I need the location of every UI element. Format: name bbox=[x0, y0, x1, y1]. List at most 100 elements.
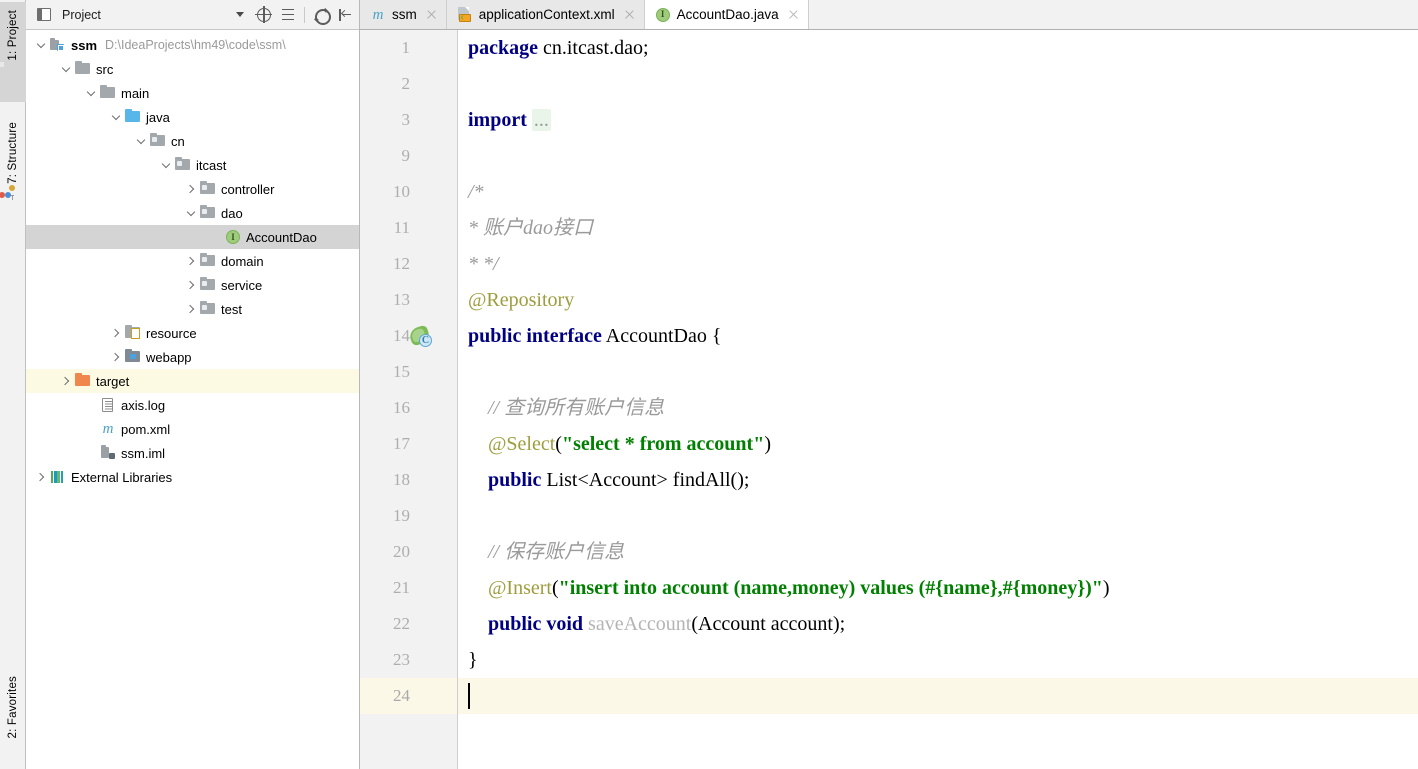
editor-tab-accountdao-java[interactable]: I AccountDao.java bbox=[644, 0, 809, 29]
tree-node-resource[interactable]: resource bbox=[26, 321, 359, 345]
gutter-line-9[interactable]: 9 bbox=[360, 138, 457, 174]
tree-node-cn[interactable]: cn bbox=[26, 129, 359, 153]
tree-node-path: D:\IdeaProjects\hm49\code\ssm\ bbox=[105, 38, 286, 52]
code-line-9[interactable] bbox=[458, 138, 1418, 174]
gear-icon[interactable] bbox=[311, 5, 331, 25]
gutter-line-18[interactable]: 18 bbox=[360, 462, 457, 498]
code-line-22[interactable]: public void saveAccount(Account account)… bbox=[458, 606, 1418, 642]
close-icon[interactable] bbox=[425, 8, 438, 21]
gutter-line-10[interactable]: 10 bbox=[360, 174, 457, 210]
chevron-down-icon[interactable] bbox=[184, 201, 198, 225]
chevron-right-icon[interactable] bbox=[109, 345, 123, 369]
tree-node-axis-log[interactable]: axis.log bbox=[26, 393, 359, 417]
tree-node-src[interactable]: src bbox=[26, 57, 359, 81]
editor-code-area[interactable]: package cn.itcast.dao; import ... /* * 账户da… bbox=[458, 30, 1418, 769]
code-line-24[interactable] bbox=[458, 678, 1418, 714]
chevron-down-icon[interactable] bbox=[159, 153, 173, 177]
code-line-1[interactable]: package cn.itcast.dao; bbox=[458, 30, 1418, 66]
code-line-14[interactable]: public interface AccountDao { bbox=[458, 318, 1418, 354]
chevron-right-icon[interactable] bbox=[34, 465, 48, 489]
tree-node-test[interactable]: test bbox=[26, 297, 359, 321]
chevron-right-icon[interactable] bbox=[109, 321, 123, 345]
close-icon[interactable] bbox=[623, 8, 636, 21]
gutter-line-3[interactable]: 3 bbox=[360, 102, 457, 138]
editor-tab-ssm[interactable]: m ssm bbox=[360, 0, 447, 29]
gutter-line-11[interactable]: 11 bbox=[360, 210, 457, 246]
gutter-line-12[interactable]: 12 bbox=[360, 246, 457, 282]
code-line-3[interactable]: import ... bbox=[458, 102, 1418, 138]
chevron-right-icon[interactable] bbox=[184, 249, 198, 273]
code-line-10[interactable]: /* bbox=[458, 174, 1418, 210]
collapse-all-icon[interactable] bbox=[278, 5, 298, 25]
chevron-right-icon[interactable] bbox=[184, 177, 198, 201]
chevron-down-icon[interactable] bbox=[84, 81, 98, 105]
tree-node-label: ssm bbox=[71, 37, 98, 53]
tree-node-domain[interactable]: domain bbox=[26, 249, 359, 273]
tree-node-controller[interactable]: controller bbox=[26, 177, 359, 201]
tool-window-button-project[interactable]: 1: Project bbox=[0, 2, 26, 102]
code-line-11[interactable]: * 账户dao接口 bbox=[458, 210, 1418, 246]
code-line-17[interactable]: @Select("select * from account") bbox=[458, 426, 1418, 462]
chevron-down-icon[interactable] bbox=[59, 57, 73, 81]
code-line-23[interactable]: } bbox=[458, 642, 1418, 678]
project-tree[interactable]: ssm D:\IdeaProjects\hm49\code\ssm\ src main… bbox=[26, 30, 359, 769]
editor-tab-applicationcontext-xml[interactable]: applicationContext.xml bbox=[446, 0, 645, 29]
code-line-19[interactable] bbox=[458, 498, 1418, 534]
tree-node-label: ssm.iml bbox=[121, 445, 166, 461]
xml-file-icon bbox=[457, 6, 473, 23]
tree-node-java[interactable]: java bbox=[26, 105, 359, 129]
code-line-12[interactable]: * */ bbox=[458, 246, 1418, 282]
chevron-down-icon[interactable] bbox=[34, 33, 48, 57]
tree-node-service[interactable]: service bbox=[26, 273, 359, 297]
chevron-down-icon[interactable] bbox=[109, 105, 123, 129]
gutter-line-2[interactable]: 2 bbox=[360, 66, 457, 102]
gutter-line-16[interactable]: 16 bbox=[360, 390, 457, 426]
code-line-16[interactable]: // 查询所有账户信息 bbox=[458, 390, 1418, 426]
tree-node-label: webapp bbox=[146, 349, 192, 365]
code-line-15[interactable] bbox=[458, 354, 1418, 390]
code-line-18[interactable]: public List<Account> findAll(); bbox=[458, 462, 1418, 498]
gutter-line-19[interactable]: 19 bbox=[360, 498, 457, 534]
gutter-line-15[interactable]: 15 bbox=[360, 354, 457, 390]
gutter-line-22[interactable]: 22 bbox=[360, 606, 457, 642]
gutter-line-21[interactable]: 21 bbox=[360, 570, 457, 606]
tree-node-dao[interactable]: dao bbox=[26, 201, 359, 225]
editor-gutter[interactable]: 1 2 3 9 10 11 12 13 14 C 15 16 17 18 19 20 21 22 23 24 bbox=[360, 30, 458, 769]
gutter-line-1[interactable]: 1 bbox=[360, 30, 457, 66]
tool-window-button-structure[interactable]: 7: Structure bbox=[0, 118, 26, 240]
chevron-right-icon[interactable] bbox=[59, 369, 73, 393]
idea-window: 1: Project 7: Structure 2: Favorites Pro… bbox=[0, 0, 1418, 769]
chevron-right-icon[interactable] bbox=[184, 297, 198, 321]
chevron-right-icon[interactable] bbox=[184, 273, 198, 297]
tool-window-button-favorites[interactable]: 2: Favorites bbox=[0, 672, 26, 767]
tree-node-external-libraries[interactable]: External Libraries bbox=[26, 465, 359, 489]
close-icon[interactable] bbox=[787, 8, 800, 21]
tree-node-ssm-iml[interactable]: ssm.iml bbox=[26, 441, 359, 465]
gutter-line-23[interactable]: 23 bbox=[360, 642, 457, 678]
tree-node-accountdao[interactable]: I AccountDao bbox=[26, 225, 359, 249]
tree-node-main[interactable]: main bbox=[26, 81, 359, 105]
chevron-down-icon[interactable] bbox=[230, 5, 250, 25]
tree-node-target[interactable]: target bbox=[26, 369, 359, 393]
code-line-2[interactable] bbox=[458, 66, 1418, 102]
tree-node-ssm[interactable]: ssm D:\IdeaProjects\hm49\code\ssm\ bbox=[26, 33, 359, 57]
tree-node-itcast[interactable]: itcast bbox=[26, 153, 359, 177]
gutter-line-20[interactable]: 20 bbox=[360, 534, 457, 570]
interface-icon: I bbox=[225, 229, 241, 245]
structure-icon bbox=[0, 184, 21, 207]
code-line-20[interactable]: // 保存账户信息 bbox=[458, 534, 1418, 570]
code-line-13[interactable]: @Repository bbox=[458, 282, 1418, 318]
gutter-line-13[interactable]: 13 bbox=[360, 282, 457, 318]
gutter-line-14[interactable]: 14 C bbox=[360, 318, 457, 354]
spring-bean-icon[interactable]: C bbox=[407, 324, 432, 347]
gutter-line-17[interactable]: 17 bbox=[360, 426, 457, 462]
chevron-down-icon[interactable] bbox=[134, 129, 148, 153]
tree-node-pom-xml[interactable]: m pom.xml bbox=[26, 417, 359, 441]
tree-node-webapp[interactable]: webapp bbox=[26, 345, 359, 369]
code-line-21[interactable]: @Insert("insert into account (name,money… bbox=[458, 570, 1418, 606]
gutter-line-24[interactable]: 24 bbox=[360, 678, 457, 714]
locate-crosshair-icon[interactable] bbox=[254, 5, 274, 25]
hide-panel-icon[interactable] bbox=[335, 5, 355, 25]
